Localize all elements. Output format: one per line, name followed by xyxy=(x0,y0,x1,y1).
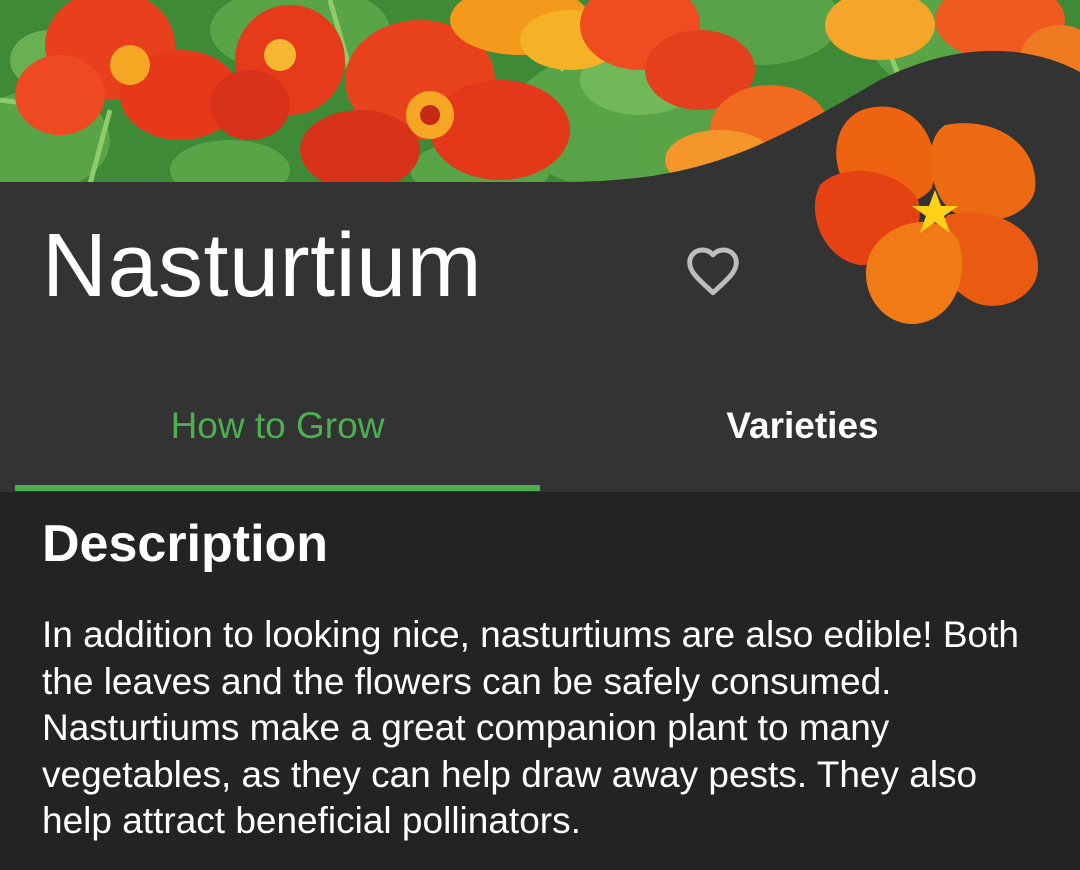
description-heading: Description xyxy=(42,515,329,573)
nasturtium-flower-icon xyxy=(814,106,1039,325)
heart-outline-icon xyxy=(687,247,739,296)
favorite-button[interactable] xyxy=(682,240,744,302)
tab-how-to-grow[interactable]: How to Grow xyxy=(15,360,540,492)
tab-varieties-label: Varieties xyxy=(726,405,879,446)
plant-logo xyxy=(810,100,1050,330)
tab-indicator xyxy=(15,485,540,491)
tab-how-to-grow-label: How to Grow xyxy=(170,405,385,446)
plant-title: Nasturtium xyxy=(42,216,483,316)
tab-varieties[interactable]: Varieties xyxy=(540,360,1065,492)
tab-bar: How to Grow Varieties xyxy=(0,360,1080,492)
content-area: Description In addition to looking nice,… xyxy=(0,492,1080,870)
plant-detail-screen: Nasturtium How to Grow Varieties Descrip… xyxy=(0,0,1080,870)
description-text: In addition to looking nice, nasturtiums… xyxy=(42,614,1019,841)
